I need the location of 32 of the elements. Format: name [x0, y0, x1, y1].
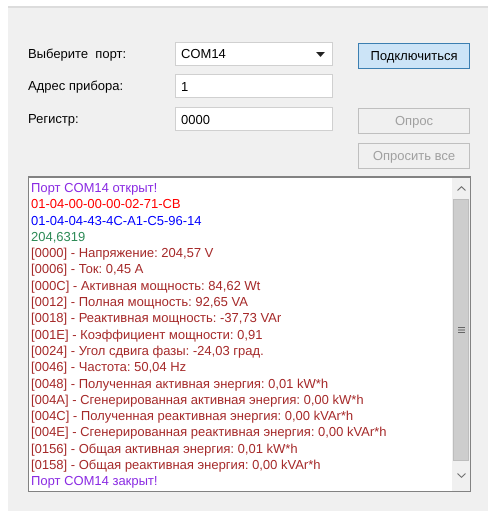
- log-line: [0006] - Ток: 0,45 A: [31, 261, 144, 278]
- log-line: Порт COM14 открыт!: [31, 180, 158, 196]
- log-line: Порт COM14 закрыт!: [31, 473, 158, 490]
- scrollbar-thumb[interactable]: [453, 199, 469, 461]
- log-line: [001E] - Коэффициент мощности: 0,91: [31, 326, 262, 343]
- grip-icon: [458, 327, 464, 333]
- address-field[interactable]: 1: [175, 74, 333, 98]
- log-line: [004E] - Сгенерированная реактивная энергия: 0,00 kVAr*h: [31, 424, 386, 441]
- log-line: [0012] - Полная мощность: 92,65 VA: [31, 294, 248, 310]
- field-label: Регистр:: [28, 110, 80, 128]
- log-line: [0048] - Полученная активная энергия: 0,01 kW*h: [31, 376, 328, 392]
- dropdown-arrow-icon: [316, 52, 325, 56]
- register-field[interactable]: 0000: [175, 107, 333, 131]
- log-line: [0000] - Напряжение: 204,57 V: [31, 245, 214, 262]
- log-line: [004C] - Полученная реактивная энергия: 0,00 kVAr*h: [31, 408, 354, 424]
- port-dropdown[interactable]: COM14: [175, 42, 333, 66]
- log-line: [000C] - Активная мощность: 84,62 Wt: [31, 278, 260, 294]
- log-line: [0018] - Реактивная мощность: -37,73 VAr: [31, 310, 282, 327]
- field-label: Адрес прибора:: [28, 77, 124, 95]
- log-line: [0156] - Общая активная энергия: 0,01 kW*h: [31, 440, 298, 458]
- scroll-down-icon[interactable]: [456, 473, 466, 478]
- log-line: [0158] - Общая реактивная энергия: 0,00 kVAr*h: [31, 457, 320, 474]
- log-line: [0024] - Угол сдвига фазы: -24,03 град.: [31, 342, 264, 360]
- log-line: [0046] - Частота: 50,04 Hz: [31, 359, 186, 376]
- scrollbar[interactable]: [452, 178, 470, 491]
- log-line: 01-04-00-00-00-02-71-CB: [31, 196, 181, 213]
- action-button[interactable]: Подключиться: [358, 43, 470, 69]
- log-line: 01-04-04-43-4C-A1-C5-96-14: [31, 212, 202, 229]
- log-line: [004A] - Сгенерированная активная энергия: 0,00 kW*h: [31, 392, 364, 408]
- field-label: Выберите порт:: [28, 45, 128, 63]
- log-line: 204,6319: [31, 228, 86, 246]
- scroll-up-icon[interactable]: [456, 186, 466, 191]
